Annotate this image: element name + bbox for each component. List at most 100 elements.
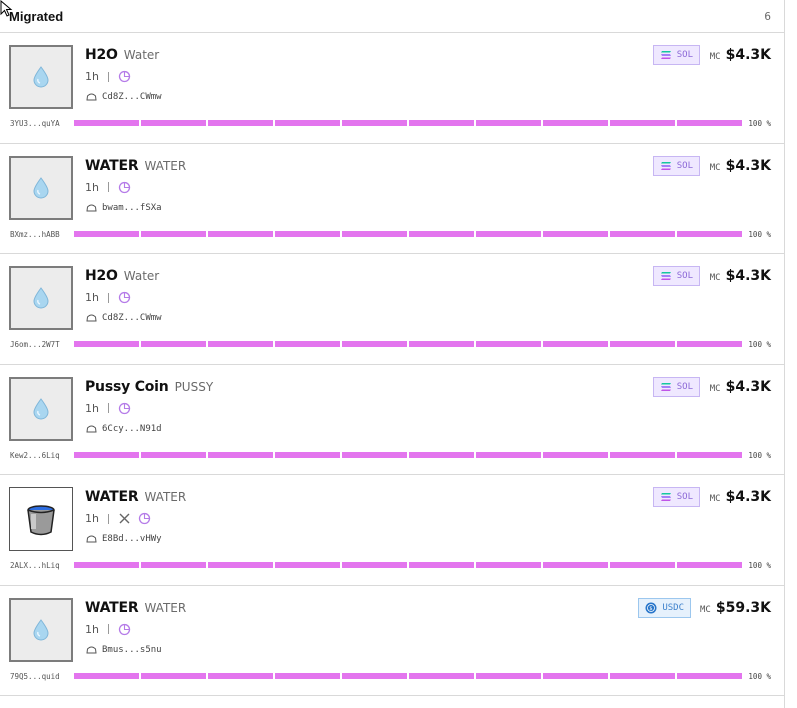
token-name[interactable]: WATER — [85, 158, 139, 174]
progress-segment — [342, 230, 407, 237]
token-address[interactable]: J6om...2W7T — [10, 340, 60, 349]
token-card[interactable]: WATER WATER 1h bwam...fSXa SOL MC $4.3K BXmz...… — [0, 144, 784, 254]
token-card[interactable]: WATER WATER 1h Bmus...s5nu $ USDC MC $59.3K 79Q5… — [0, 586, 784, 696]
token-thumbnail[interactable] — [9, 266, 73, 330]
token-age: 1h — [85, 180, 99, 194]
creator-row[interactable]: Cd8Z...CWmw — [86, 92, 162, 102]
chart-pie-icon[interactable] — [118, 291, 131, 304]
progress-segment — [610, 562, 675, 568]
progress-segment — [476, 562, 541, 568]
chart-pie-icon[interactable] — [118, 623, 131, 636]
creator-address[interactable]: Bmus...s5nu — [102, 645, 162, 655]
meta-divider — [107, 71, 109, 82]
solana-logo-icon — [660, 161, 671, 170]
creator-address[interactable]: 6Ccy...N91d — [102, 424, 162, 434]
creator-address[interactable]: E8Bd...vHWy — [102, 534, 162, 544]
token-ticker: Water — [123, 48, 160, 62]
meta-divider — [107, 182, 109, 192]
chart-pie-icon[interactable] — [118, 402, 131, 415]
token-name[interactable]: Pussy Coin — [85, 379, 169, 395]
chain-badge: SOL — [652, 155, 700, 176]
market-cap: MC $4.3K — [710, 47, 771, 63]
token-list: H2O Water 1h Cd8Z...CWmw SOL MC $4.3K 3YU3...qu… — [0, 33, 784, 696]
progress-segment — [342, 672, 407, 679]
market-cap: MC $4.3K — [710, 379, 771, 395]
chart-pie-icon[interactable] — [118, 70, 131, 83]
meta-divider — [107, 403, 109, 413]
token-name[interactable]: WATER — [85, 600, 139, 616]
progress-segment — [409, 672, 474, 679]
solana-logo-icon — [660, 51, 671, 59]
creator-hat-icon — [86, 93, 97, 101]
token-meta-row: 1h — [85, 402, 138, 415]
market-cap-label: MC — [700, 604, 711, 615]
chain-label: SOL — [676, 50, 693, 60]
token-thumbnail[interactable] — [9, 487, 73, 551]
chart-pie-icon[interactable] — [118, 181, 131, 194]
token-address[interactable]: 3YU3...quYA — [10, 119, 60, 128]
x-twitter-icon[interactable] — [118, 512, 131, 525]
token-age: 1h — [85, 291, 99, 304]
token-card[interactable]: H2O Water 1h Cd8Z...CWmw SOL MC $4.3K J6om...2W… — [0, 254, 784, 365]
chain-label: SOL — [676, 271, 693, 281]
bonding-progress-bar — [74, 341, 742, 347]
creator-row[interactable]: 6Ccy...N91d — [86, 424, 162, 434]
water-drop-icon — [32, 287, 50, 309]
token-address[interactable]: BXmz...hABB — [10, 230, 60, 239]
token-thumbnail[interactable] — [9, 597, 73, 662]
progress-segment — [74, 451, 139, 458]
token-name[interactable]: H2O — [85, 47, 118, 63]
market-cap-value: $4.3K — [725, 378, 771, 395]
progress-segment — [208, 341, 273, 347]
token-name[interactable]: WATER — [85, 489, 139, 505]
market-cap-label: MC — [709, 162, 721, 173]
creator-hat-icon — [86, 204, 97, 211]
progress-segment — [141, 230, 206, 237]
progress-segment — [476, 451, 541, 458]
token-address[interactable]: 2ALX...hLiq — [10, 561, 60, 570]
market-cap: MC $4.3K — [710, 268, 771, 284]
chain-badge: SOL — [652, 376, 700, 397]
meta-divider — [107, 513, 109, 524]
progress-segment — [342, 120, 407, 126]
token-ticker: PUSSY — [174, 379, 214, 394]
chart-pie-icon[interactable] — [138, 512, 151, 525]
progress-segment — [409, 451, 474, 458]
token-address[interactable]: Kew2...6Liq — [10, 451, 60, 460]
bonding-progress-bar — [74, 120, 742, 126]
token-thumbnail[interactable] — [9, 155, 73, 220]
progress-segment — [342, 562, 407, 568]
token-card[interactable]: WATER WATER 1h E8Bd...vHWy SOL MC $4.3K 2ALX...… — [0, 475, 784, 586]
progress-segment — [275, 562, 340, 568]
token-address[interactable]: 79Q5...quid — [10, 672, 60, 681]
token-card[interactable]: Pussy Coin PUSSY 1h 6Ccy...N91d SOL MC $4.3K Ke… — [0, 365, 784, 475]
token-thumbnail[interactable] — [9, 45, 73, 109]
market-cap: MC $4.3K — [710, 489, 771, 505]
market-cap-value: $4.3K — [725, 157, 771, 174]
creator-address[interactable]: bwam...fSXa — [102, 203, 162, 213]
token-name[interactable]: H2O — [85, 268, 118, 284]
creator-address[interactable]: Cd8Z...CWmw — [102, 92, 162, 102]
solana-logo-icon — [660, 493, 671, 501]
chain-badge: SOL — [652, 45, 700, 65]
creator-row[interactable]: E8Bd...vHWy — [86, 534, 162, 544]
token-card[interactable]: H2O Water 1h Cd8Z...CWmw SOL MC $4.3K 3YU3...qu… — [0, 33, 784, 144]
progress-segment — [543, 341, 608, 347]
market-cap-value: $4.3K — [725, 489, 771, 505]
creator-row[interactable]: Bmus...s5nu — [86, 645, 162, 655]
water-drop-icon — [32, 66, 50, 88]
progress-segment — [342, 341, 407, 347]
progress-segment — [74, 672, 139, 679]
creator-address[interactable]: Cd8Z...CWmw — [102, 313, 162, 323]
token-name-row: H2O Water — [85, 268, 159, 284]
progress-segment — [610, 230, 675, 237]
token-age: 1h — [85, 622, 99, 636]
creator-hat-icon — [86, 646, 97, 653]
token-name-row: WATER WATER — [85, 600, 186, 616]
progress-segment — [543, 230, 608, 237]
creator-row[interactable]: bwam...fSXa — [86, 203, 162, 213]
chain-badge: SOL — [652, 266, 700, 286]
token-thumbnail[interactable] — [9, 376, 73, 441]
creator-row[interactable]: Cd8Z...CWmw — [86, 313, 162, 323]
creator-hat-icon — [86, 535, 97, 543]
